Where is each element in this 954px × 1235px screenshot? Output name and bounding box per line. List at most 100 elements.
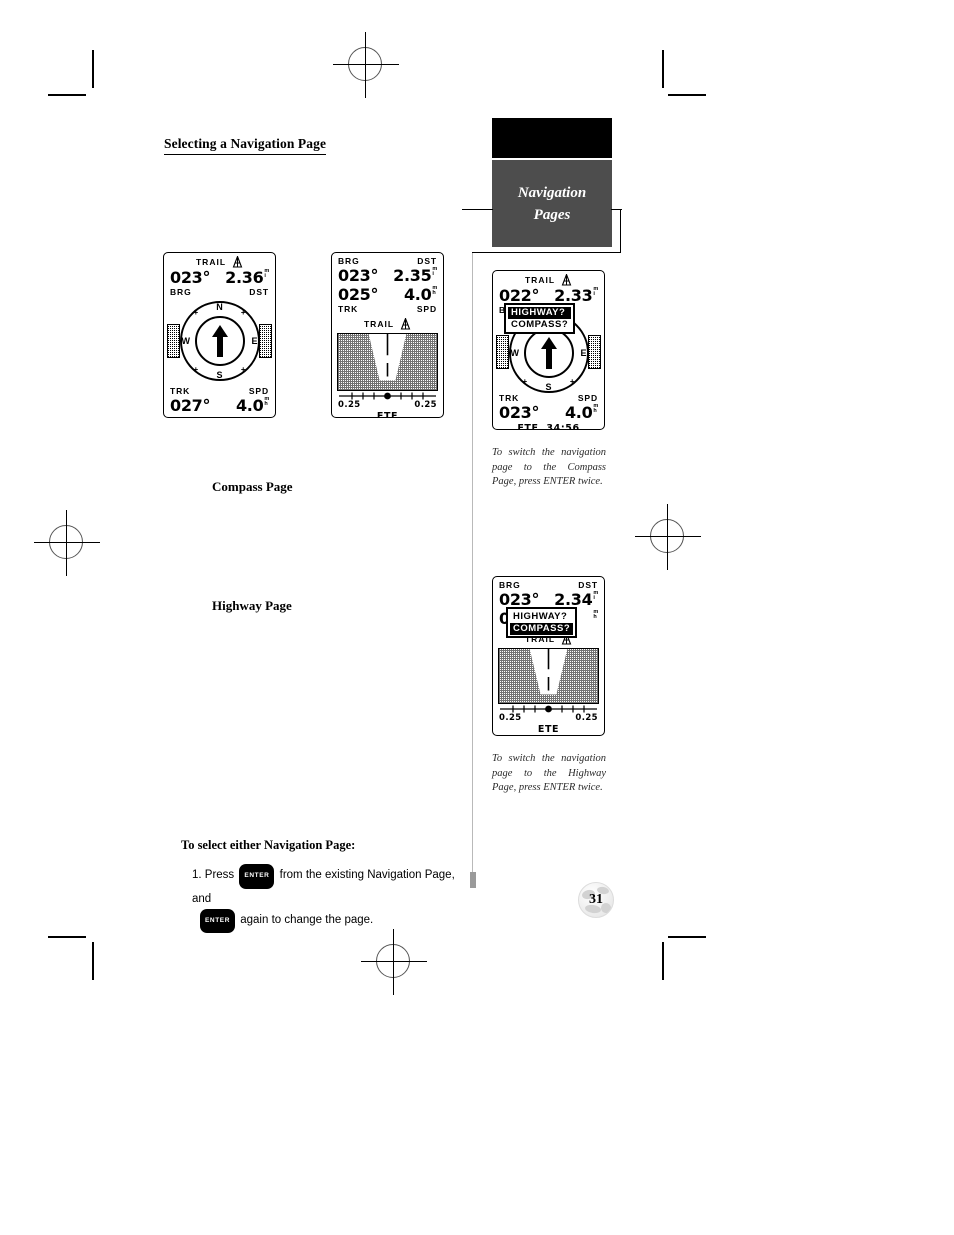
scale-left: 0.25 xyxy=(338,400,361,410)
dst-value: 2.35m i xyxy=(393,265,437,285)
crop-mark-top-right-v xyxy=(662,50,664,88)
menu-item-compass[interactable]: COMPASS? xyxy=(508,319,571,331)
caption-compass: To switch the navigation page to the Com… xyxy=(492,447,606,487)
tab-rule-left xyxy=(462,209,493,211)
step-end: again to change the page. xyxy=(240,913,374,926)
brg-value: 023° xyxy=(170,268,211,287)
spd-value: 4.0m h xyxy=(564,402,598,422)
menu-item-compass[interactable]: COMPASS? xyxy=(510,622,574,635)
crop-mark-bottom-left-v xyxy=(92,942,94,980)
highway-trail-header: TRAIL xyxy=(332,314,443,330)
page-number: 31 xyxy=(589,891,603,907)
registration-mark-top xyxy=(333,32,399,98)
compass-north-label: N xyxy=(216,302,223,312)
cdi-bar-right xyxy=(588,335,601,369)
ete-label: ETE xyxy=(188,417,209,418)
compass-tick-sw: + xyxy=(193,365,199,374)
screenshot-compass-page: TRAIL 023° 2.36m i BRG DST N E S W + + + … xyxy=(163,252,276,418)
crop-mark-bottom-right-h xyxy=(668,936,706,938)
label-compass-page: Compass Page xyxy=(212,479,293,494)
trail-label: TRAIL xyxy=(195,257,227,267)
trk-label: TRK xyxy=(170,386,191,396)
trk-value: 027° xyxy=(170,396,211,415)
page-number-badge: 31 xyxy=(578,882,614,918)
cdi-bar-right xyxy=(259,324,272,358)
ete-value: 35:04 xyxy=(526,735,570,736)
ete-label: ETE xyxy=(376,411,399,418)
compass-rose: N E S W + + + + xyxy=(179,301,260,381)
highway-trk-spd-values: 025° 4.0m h xyxy=(332,285,443,304)
highway-graphic xyxy=(337,333,438,391)
cdi-bar-left xyxy=(167,324,180,358)
highway-brg-dst-values: 023° 2.35m i xyxy=(332,266,443,285)
highway-graphic xyxy=(498,648,599,704)
compass-brg-dst-values: 023° 2.36m i xyxy=(164,268,275,287)
highway-menu-scale-row: 0.25 0.25 xyxy=(493,713,604,723)
screenshot-highway-page-menu: BRG DST 023° 2.34m i 0 mh HIGHWAY? COMPAS… xyxy=(492,576,605,736)
compass-menu-trk-spd-values: 023° 4.0m h xyxy=(493,403,604,422)
compass-menu-trail-header: TRAIL xyxy=(493,271,604,286)
crop-mark-top-left-v xyxy=(92,50,94,88)
trk-label: TRK xyxy=(338,304,359,314)
compass-tick-nw: + xyxy=(193,308,199,317)
menu-item-highway[interactable]: HIGHWAY? xyxy=(508,306,572,319)
compass-tick-sw: + xyxy=(522,377,528,386)
brg-label: BRG xyxy=(499,580,521,590)
scale-left: 0.25 xyxy=(499,713,522,723)
screenshot-compass-page-menu: TRAIL 022° 2.33m i B HIGHWAY? COMPASS? E … xyxy=(492,270,605,430)
compass-brg-dst-labels: BRG DST xyxy=(164,287,275,297)
compass-south-label: S xyxy=(545,382,552,392)
registration-mark-bottom xyxy=(361,929,427,995)
step-prefix: 1. Press xyxy=(192,869,235,881)
waypoint-beacon-icon xyxy=(400,318,411,330)
compass-south-label: S xyxy=(216,370,223,380)
ete-value: 34:56 xyxy=(546,423,580,430)
compass-east-label: E xyxy=(580,348,587,358)
enter-key-icon-2[interactable]: ENTER xyxy=(200,908,236,933)
highway-road xyxy=(529,649,568,695)
compass-menu-ete-row: ETE 34:56 xyxy=(493,423,604,430)
compass-trk-spd-labels: TRK SPD xyxy=(164,386,275,396)
highway-brg-dst-labels: BRG DST xyxy=(332,253,443,266)
menu-item-highway[interactable]: HIGHWAY? xyxy=(510,611,573,623)
compass-trk-spd-values: 027° 4.0m h xyxy=(164,396,275,415)
compass-rose-area: N E S W + + + + xyxy=(164,298,275,384)
ete-value: 35:40 xyxy=(217,417,250,418)
caption-highway: To switch the navigation page to the Hig… xyxy=(492,753,606,793)
highway-menu-ete-value-row: 35:04 xyxy=(493,735,604,736)
brg-value: 023° xyxy=(338,266,379,285)
brg-label: BRG xyxy=(338,256,360,266)
page-title: Selecting a Navigation Page xyxy=(164,136,327,155)
trail-label: TRAIL xyxy=(363,319,395,329)
crop-mark-top-right-h xyxy=(668,94,706,96)
navigation-page-menu[interactable]: HIGHWAY? COMPASS? xyxy=(506,607,578,638)
compass-trail-header: TRAIL xyxy=(164,253,275,268)
highway-menu-ete-label: ETE xyxy=(493,724,604,735)
highway-road xyxy=(368,334,407,381)
scale-right: 0.25 xyxy=(575,713,598,723)
spd-label: SPD xyxy=(416,304,437,314)
compass-tick-ne: + xyxy=(240,308,246,317)
compass-ete-row: ETE 35:40 xyxy=(164,417,275,418)
crop-mark-top-left-h xyxy=(48,94,86,96)
navigation-page-menu[interactable]: HIGHWAY? COMPASS? xyxy=(504,303,576,334)
screenshot-highway-page: BRG DST 023° 2.35m i 025° 4.0m h TRK SPD T… xyxy=(331,252,444,418)
chapter-title-line1: Navigation xyxy=(517,185,587,201)
spd-label: SPD xyxy=(577,393,598,403)
scale-right: 0.25 xyxy=(414,400,437,410)
spd-value: 4.0m h xyxy=(403,284,437,304)
highway-cdi-scale xyxy=(500,705,597,713)
rail-divider xyxy=(472,252,474,880)
compass-west-label: W xyxy=(510,348,520,358)
instructions-heading: To select either Navigation Page: xyxy=(181,838,356,852)
bearing-arrow-icon xyxy=(211,325,228,357)
enter-key-icon-1[interactable]: ENTER xyxy=(239,864,275,889)
spd-unit-only: mh xyxy=(593,608,598,620)
instructions-step-1: 1. Press ENTER from the existing Navigat… xyxy=(192,864,462,933)
dst-label: DST xyxy=(249,287,269,297)
waypoint-beacon-icon xyxy=(561,274,572,286)
highway-ete-label: ETE xyxy=(332,411,443,418)
ete-label: ETE xyxy=(517,423,539,430)
brg-label: BRG xyxy=(170,287,192,297)
highway-trk-spd-labels: TRK SPD xyxy=(332,304,443,314)
